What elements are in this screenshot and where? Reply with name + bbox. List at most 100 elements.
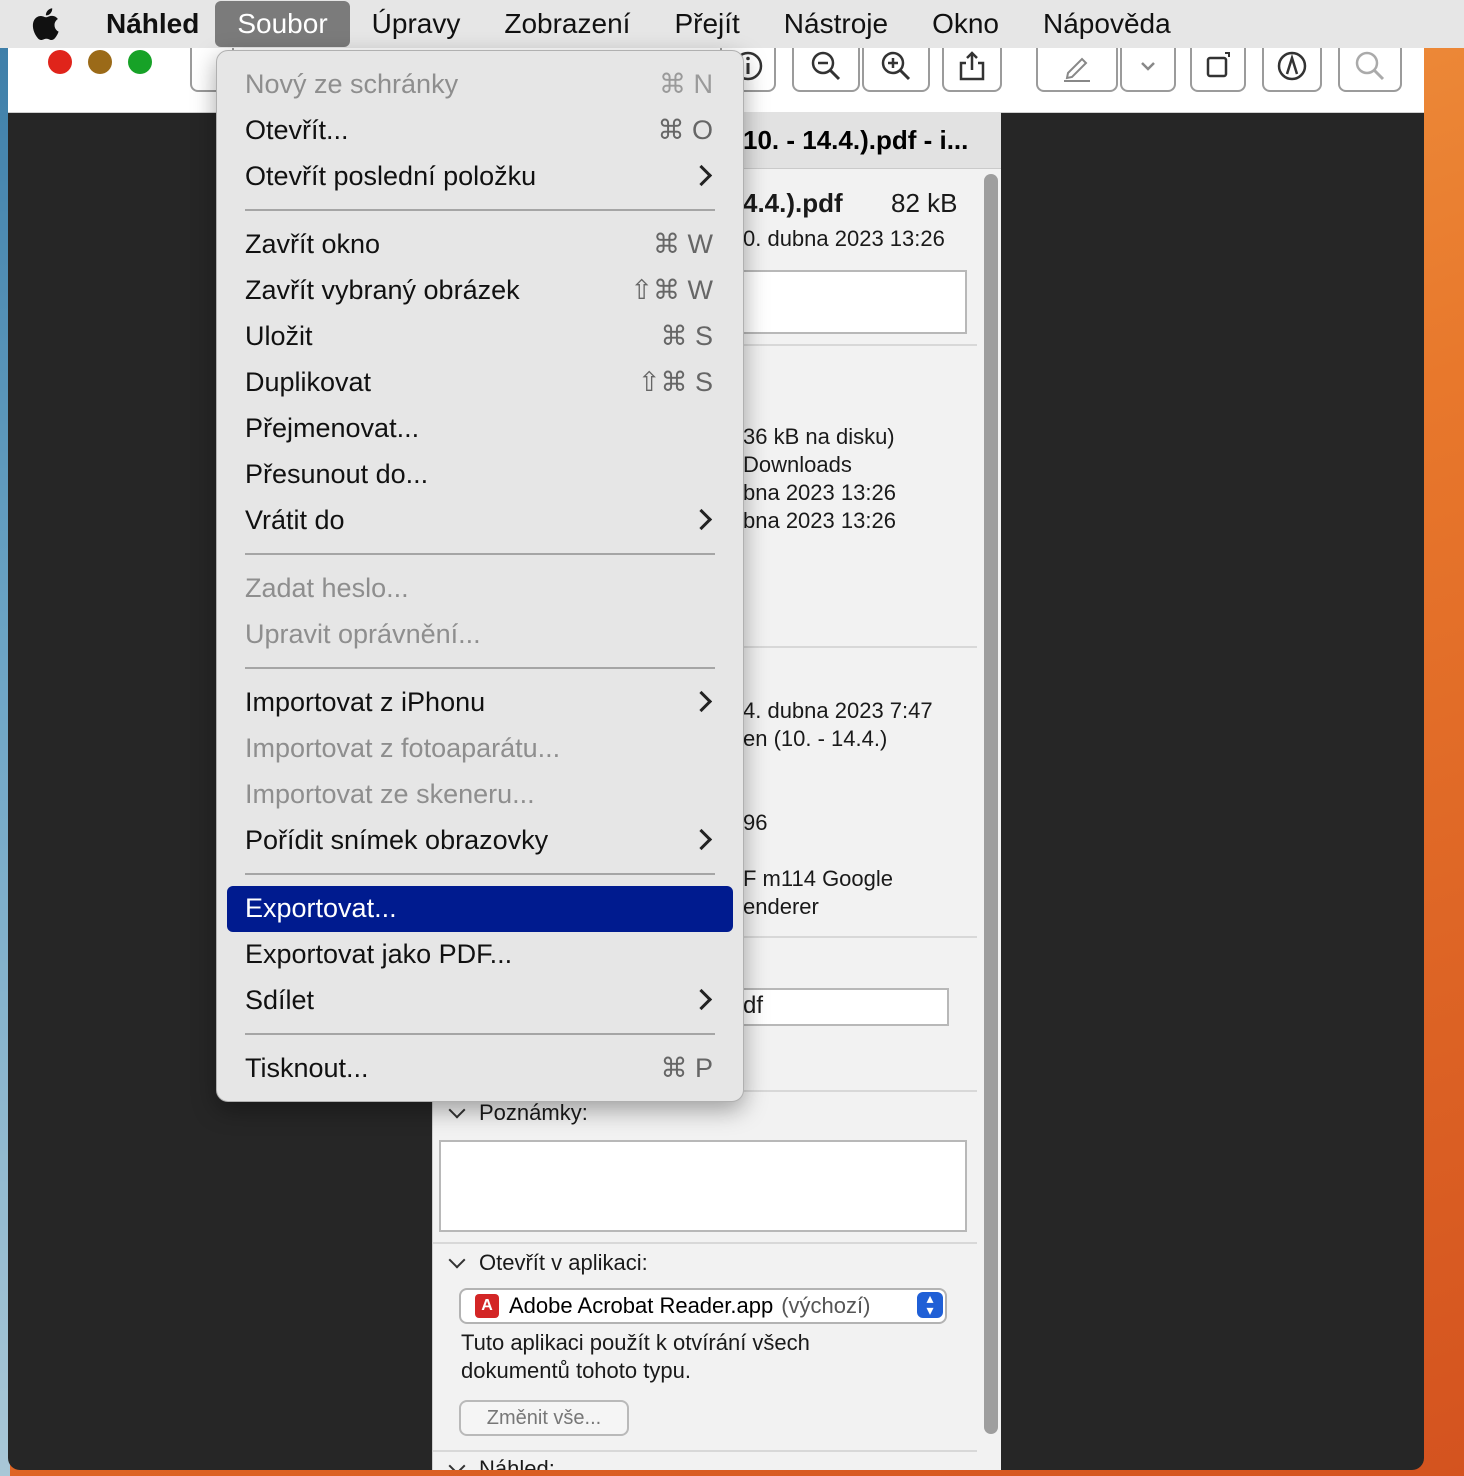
menu-app-name[interactable]: Náhled <box>90 1 215 47</box>
menu-item-move-to[interactable]: Přesunout do... <box>227 452 733 498</box>
preview-section-header[interactable]: Náhled: <box>447 1456 555 1470</box>
info-line: bna 2023 13:26 <box>743 508 896 533</box>
menu-item-shortcut: ⌘ W <box>653 229 713 259</box>
menu-separator <box>245 667 715 669</box>
name-extension-field[interactable]: df <box>733 988 949 1026</box>
menu-item-import-from-iphone[interactable]: Importovat z iPhonu <box>227 680 733 726</box>
menu-item-label: Zadat heslo... <box>245 573 409 603</box>
apple-menu-icon[interactable] <box>0 7 90 41</box>
menu-item-label: Otevřít... <box>245 115 349 145</box>
more-info-line: F m114 Google <box>743 866 894 891</box>
menu-item-label: Otevřít poslední položku <box>245 161 537 191</box>
zoom-window-button[interactable] <box>128 50 152 74</box>
menu-item-label: Importovat z iPhonu <box>245 687 486 717</box>
menu-zobrazeni[interactable]: Zobrazení <box>482 1 652 47</box>
info-line: 36 kB na disku) <box>743 424 895 449</box>
search-button[interactable] <box>1338 48 1402 92</box>
zoom-out-button[interactable] <box>792 48 860 92</box>
menu-item-label: Přejmenovat... <box>245 413 420 443</box>
menu-item-label: Exportovat... <box>245 893 397 923</box>
open-with-select[interactable]: A Adobe Acrobat Reader.app (výchozí) ▴ ▾ <box>459 1288 947 1324</box>
menu-nastroje[interactable]: Nástroje <box>762 1 910 47</box>
open-with-app: Adobe Acrobat Reader.app <box>509 1293 774 1318</box>
menu-item-export[interactable]: Exportovat... <box>227 886 733 932</box>
menu-item-shortcut: ⇧⌘ S <box>637 367 713 397</box>
menu-item-import-from-scanner[interactable]: Importovat ze skeneru... <box>227 772 733 818</box>
tags-field[interactable] <box>733 270 967 334</box>
menu-prejit[interactable]: Přejít <box>652 1 761 47</box>
menu-item-label: Nový ze schránky <box>245 69 459 99</box>
menu-item-label: Sdílet <box>245 985 315 1015</box>
change-all-button[interactable]: Změnit vše... <box>459 1400 629 1436</box>
inspector-title: 10. - 14.4.).pdf - i... <box>743 125 969 155</box>
menu-item-close-selected-image[interactable]: Zavřít vybraný obrázek ⇧⌘ W <box>227 268 733 314</box>
notes-label: Poznámky: <box>479 1100 588 1125</box>
menu-item-open-recent[interactable]: Otevřít poslední položku <box>227 154 733 200</box>
markup-button[interactable] <box>1036 48 1118 92</box>
menu-item-label: Vrátit do <box>245 505 345 535</box>
menu-item-save[interactable]: Uložit ⌘ S <box>227 314 733 360</box>
inspector-scrollbar[interactable] <box>984 174 998 1434</box>
chevron-right-icon <box>690 828 713 851</box>
menu-item-share[interactable]: Sdílet <box>227 978 733 1024</box>
rotate-button[interactable] <box>1190 48 1246 92</box>
zoom-in-icon <box>881 51 911 81</box>
preview-label: Náhled: <box>479 1456 555 1470</box>
chevron-right-icon <box>690 690 713 713</box>
menu-item-print[interactable]: Tisknout... ⌘ P <box>227 1046 733 1092</box>
annotate-button[interactable] <box>1262 48 1322 92</box>
menu-upravy[interactable]: Úpravy <box>350 1 483 47</box>
chevron-right-icon <box>690 988 713 1011</box>
chevron-right-icon <box>690 164 713 187</box>
info-line: bna 2023 13:26 <box>743 480 896 505</box>
file-date: 0. dubna 2023 13:26 <box>743 226 945 251</box>
markup-dropdown-button[interactable] <box>1120 48 1176 92</box>
menu-bar: Náhled Soubor Úpravy Zobrazení Přejít Ná… <box>0 0 1464 48</box>
chevron-down-icon <box>1141 62 1155 71</box>
share-button[interactable] <box>942 48 1002 92</box>
menu-item-shortcut: ⌘ O <box>657 115 713 145</box>
chevron-right-icon <box>690 508 713 531</box>
menu-item-enter-password[interactable]: Zadat heslo... <box>227 566 733 612</box>
menu-item-open[interactable]: Otevřít... ⌘ O <box>227 108 733 154</box>
menu-item-label: Přesunout do... <box>245 459 429 489</box>
menu-napoveda[interactable]: Nápověda <box>1021 1 1193 47</box>
select-stepper-icon: ▴ ▾ <box>917 1291 943 1318</box>
close-window-button[interactable] <box>48 50 72 74</box>
menu-item-label: Zavřít okno <box>245 229 381 259</box>
chevron-down-icon <box>448 1457 466 1470</box>
name-extension-value: df <box>743 992 764 1019</box>
menu-item-take-screenshot[interactable]: Pořídit snímek obrazovky <box>227 818 733 864</box>
acrobat-icon: A <box>475 1294 499 1318</box>
notes-textarea[interactable] <box>439 1140 967 1232</box>
more-info-line: en (10. - 14.4.) <box>743 726 888 751</box>
rotate-icon <box>1206 52 1230 78</box>
menu-item-new-from-clipboard[interactable]: Nový ze schránky ⌘ N <box>227 62 733 108</box>
menu-item-close-window[interactable]: Zavřít okno ⌘ W <box>227 222 733 268</box>
menu-item-shortcut: ⌘ P <box>660 1053 713 1083</box>
menu-item-label: Uložit <box>245 321 313 351</box>
menu-item-revert-to[interactable]: Vrátit do <box>227 498 733 544</box>
file-size: 82 kB <box>891 188 958 218</box>
divider <box>433 1450 977 1452</box>
open-with-section-header[interactable]: Otevřít v aplikaci: <box>447 1250 648 1276</box>
chevron-down-icon <box>448 1101 466 1119</box>
notes-section-header[interactable]: Poznámky: <box>447 1100 588 1126</box>
menu-item-duplicate[interactable]: Duplikovat ⇧⌘ S <box>227 360 733 406</box>
menu-separator <box>245 553 715 555</box>
open-with-description: dokumentů tohoto typu. <box>461 1358 691 1383</box>
menu-item-shortcut: ⌘ S <box>660 321 713 351</box>
menu-item-label: Tisknout... <box>245 1053 369 1083</box>
menu-item-export-as-pdf[interactable]: Exportovat jako PDF... <box>227 932 733 978</box>
more-info-line: enderer <box>743 894 819 919</box>
menu-item-label: Zavřít vybraný obrázek <box>245 275 520 305</box>
menu-item-rename[interactable]: Přejmenovat... <box>227 406 733 452</box>
menu-item-edit-permissions[interactable]: Upravit oprávnění... <box>227 612 733 658</box>
more-info-line: 4. dubna 2023 7:47 <box>743 698 933 723</box>
menu-item-import-from-camera[interactable]: Importovat z fotoaparátu... <box>227 726 733 772</box>
menu-soubor[interactable]: Soubor <box>215 1 350 47</box>
markup-circle-icon <box>1277 51 1307 81</box>
minimize-window-button[interactable] <box>88 50 112 74</box>
zoom-in-button[interactable] <box>862 48 930 92</box>
menu-okno[interactable]: Okno <box>910 1 1021 47</box>
